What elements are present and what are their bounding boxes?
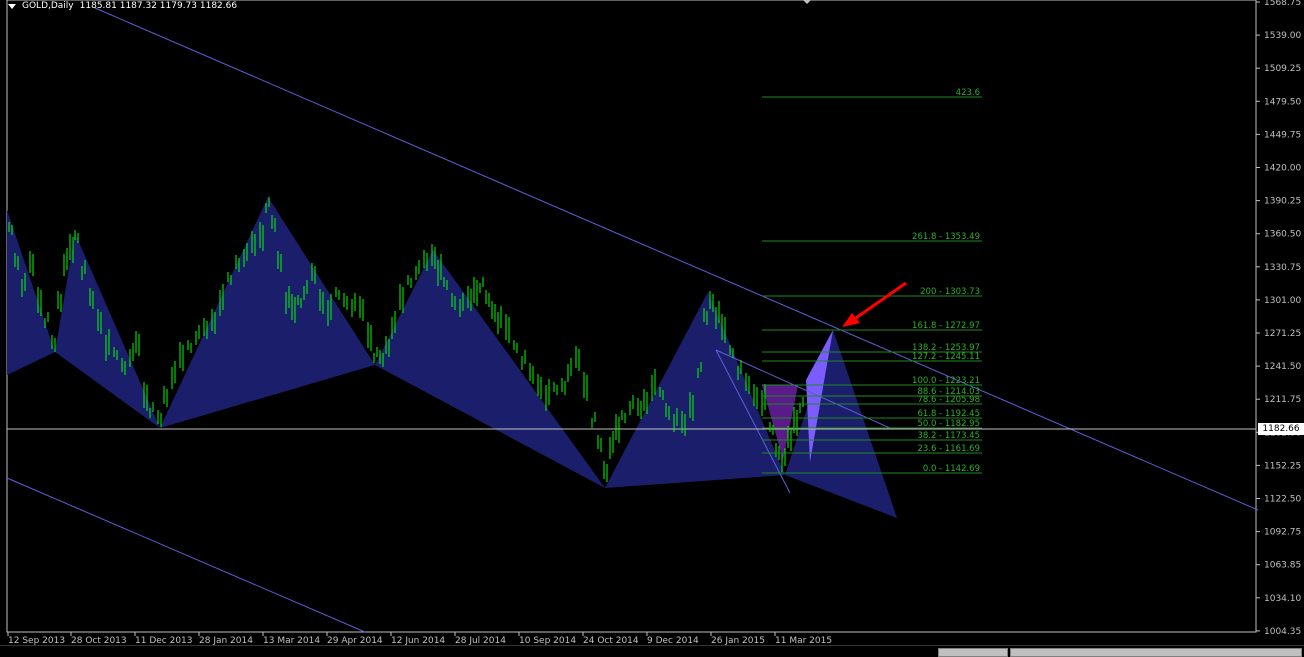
fib-level-label: 78.6 - 1205.98 <box>917 395 980 405</box>
fib-level-label: 38.2 - 1173.45 <box>917 431 980 441</box>
price-label: 1420.00 <box>1264 164 1301 174</box>
price-chart[interactable]: 423.6 261.8 - 1353.49 200 - 1303.73 161.8 -… <box>0 0 1304 655</box>
current-price-badge: 1182.66 <box>1258 423 1304 435</box>
fib-level-label: 50.0 - 1182.95 <box>917 419 980 429</box>
price-label: 1092.75 <box>1264 528 1301 538</box>
price-label: 1539.00 <box>1264 31 1301 41</box>
fib-level-label: 127.2 - 1245.11 <box>912 352 980 362</box>
fib-level-label: 0.0 - 1142.69 <box>923 464 980 474</box>
fib-level-label: 61.8 - 1192.45 <box>917 409 980 419</box>
time-axis[interactable]: 12 Sep 2013 28 Oct 2013 11 Dec 2013 28 Jan … <box>7 632 832 646</box>
fib-level-label: 23.6 - 1161.69 <box>917 444 980 454</box>
dropdown-icon[interactable] <box>8 3 16 9</box>
fib-level-label: 100.0 - 1223.21 <box>912 376 980 386</box>
fib-level-label: 261.8 - 1353.49 <box>912 232 980 242</box>
tab-chart-2[interactable] <box>1010 648 1302 657</box>
price-label: 1330.75 <box>1264 263 1301 273</box>
price-label: 1568.75 <box>1264 0 1301 8</box>
price-label: 1301.00 <box>1264 296 1301 306</box>
ohlc-values: 1185.81 1187.32 1179.73 1182.66 <box>79 1 238 11</box>
fib-level-label: 423.6 <box>956 88 980 98</box>
price-label: 1122.50 <box>1264 495 1301 505</box>
symbol-label: GOLD,Daily <box>22 1 74 11</box>
price-label: 1479.50 <box>1264 97 1301 107</box>
price-label: 1211.75 <box>1264 395 1301 405</box>
fib-level-label: 200 - 1303.73 <box>920 287 980 297</box>
price-label: 1390.25 <box>1264 197 1301 207</box>
chart-header: GOLD,Daily 1185.81 1187.32 1179.73 1182.… <box>8 0 237 12</box>
tab-chart-1[interactable] <box>938 648 1008 657</box>
price-label: 1034.10 <box>1264 594 1301 604</box>
price-label: 1360.50 <box>1264 230 1301 240</box>
price-axis[interactable]: 1568.75 1539.00 1509.25 1479.50 1449.75 1420.… <box>1256 0 1301 637</box>
chart-window[interactable]: 423.6 261.8 - 1353.49 200 - 1303.73 161.8 -… <box>0 0 1304 657</box>
price-label: 1509.25 <box>1264 64 1301 74</box>
price-label: 1271.25 <box>1264 329 1301 339</box>
price-label: 1063.85 <box>1264 561 1301 571</box>
price-label: 1004.35 <box>1264 627 1301 637</box>
price-label: 1449.75 <box>1264 130 1301 140</box>
plot-frame <box>6 0 1257 633</box>
fib-level-label: 161.8 - 1272.97 <box>912 321 980 331</box>
price-label: 1152.25 <box>1264 461 1301 471</box>
price-label: 1241.50 <box>1264 362 1301 372</box>
